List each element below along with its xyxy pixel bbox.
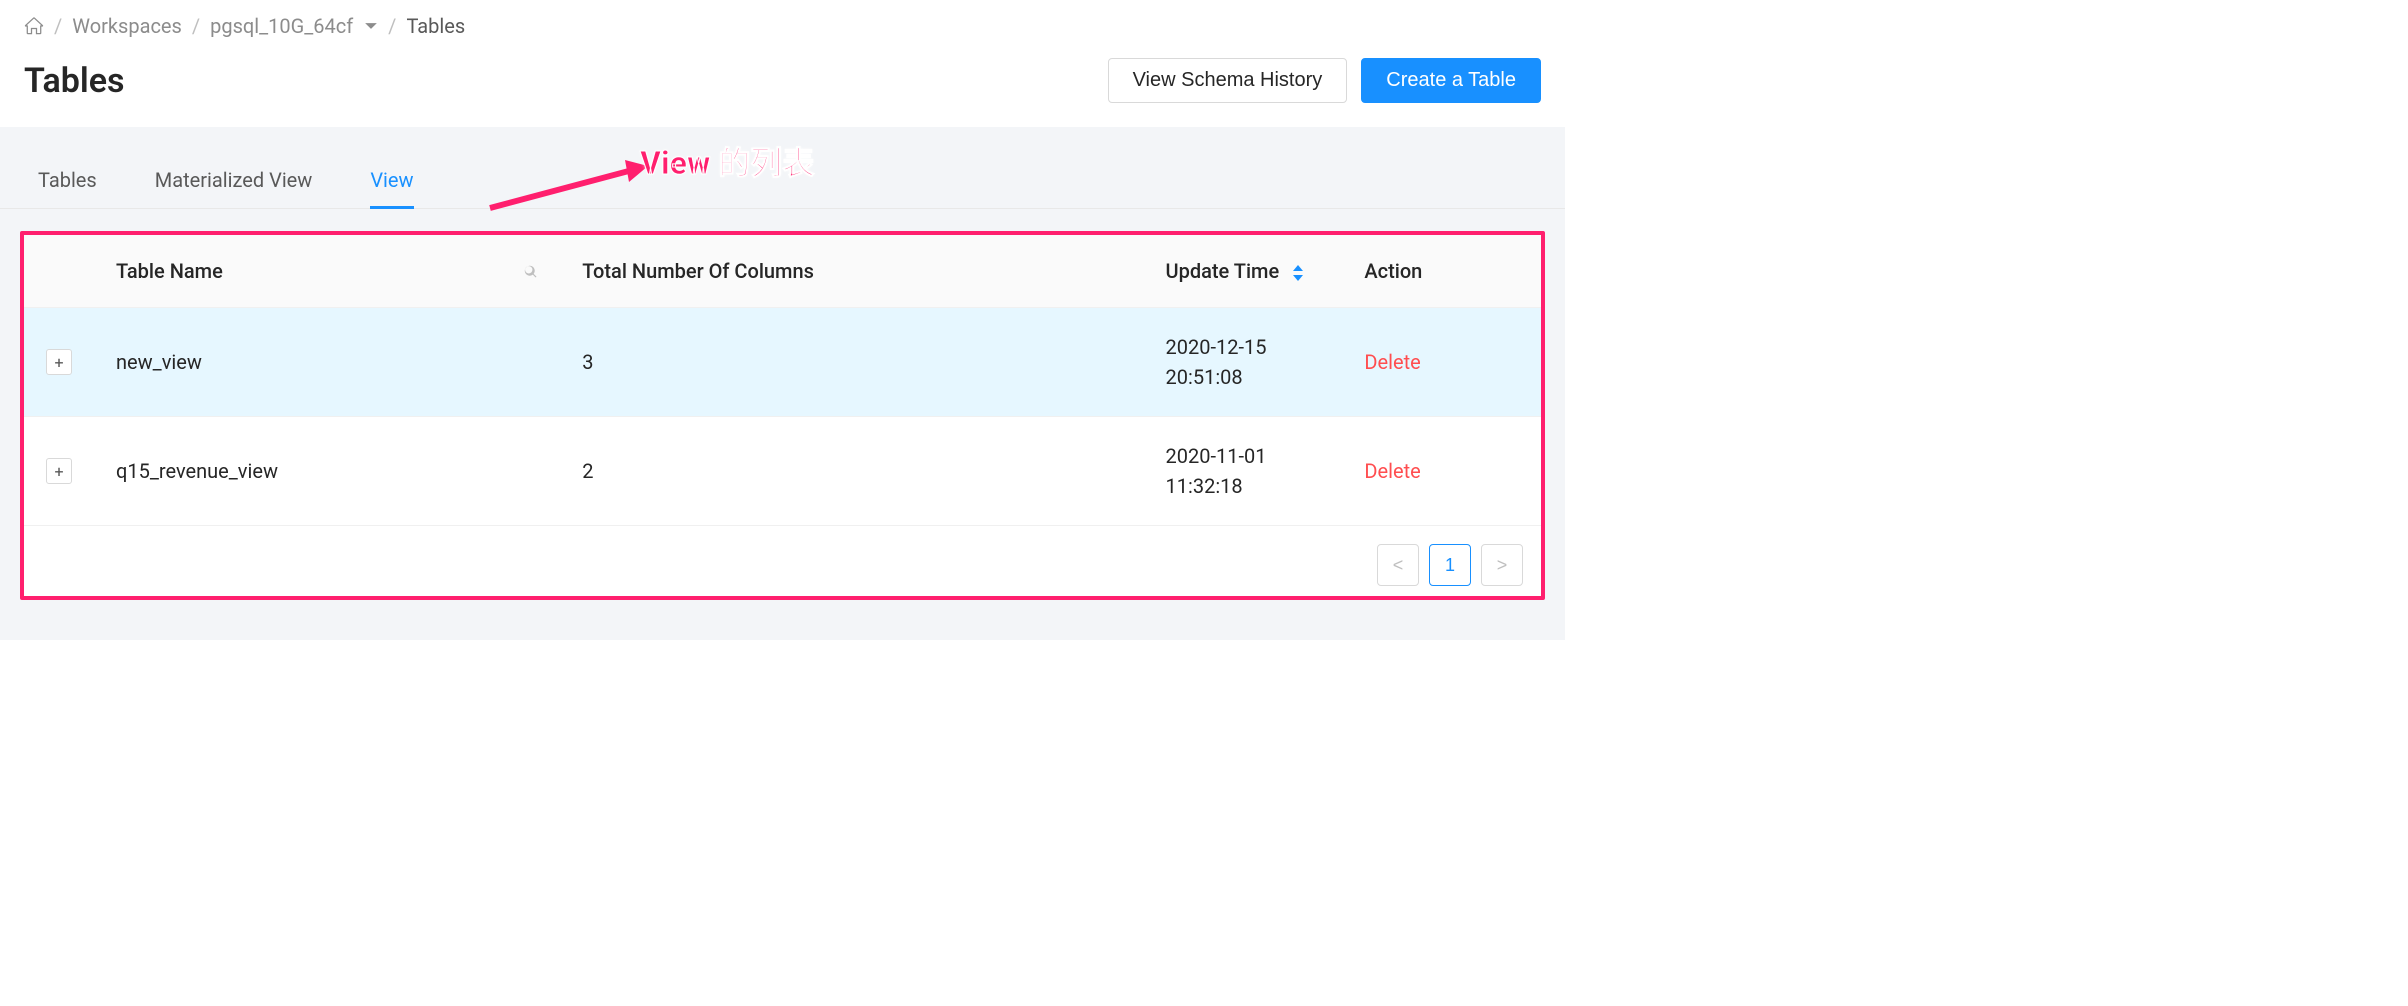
tab-tables[interactable]: Tables bbox=[38, 168, 97, 209]
cell-total-columns: 2 bbox=[560, 417, 1143, 526]
expand-row-button[interactable]: + bbox=[46, 349, 72, 375]
expand-row-button[interactable]: + bbox=[46, 458, 72, 484]
page-title: Tables bbox=[24, 61, 125, 101]
column-header-total-columns: Total Number Of Columns bbox=[560, 235, 1143, 308]
breadcrumb: / Workspaces / pgsql_10G_64cf / Tables bbox=[24, 14, 1541, 38]
column-header-table-name-label: Table Name bbox=[116, 259, 223, 283]
annotation-arrow-icon bbox=[485, 160, 650, 212]
delete-button[interactable]: Delete bbox=[1364, 350, 1420, 374]
breadcrumb-workspaces[interactable]: Workspaces bbox=[72, 14, 182, 38]
pagination: < 1 > bbox=[24, 526, 1541, 596]
cell-table-name: new_view bbox=[94, 308, 560, 417]
column-header-expand bbox=[24, 235, 94, 308]
breadcrumb-workspace-dropdown[interactable]: pgsql_10G_64cf bbox=[210, 14, 378, 38]
annotation-label: View 的列表 bbox=[640, 138, 814, 184]
create-table-button[interactable]: Create a Table bbox=[1361, 58, 1541, 103]
column-header-action: Action bbox=[1342, 235, 1541, 308]
data-table: Table Name Total Number Of Columns Updat… bbox=[24, 235, 1541, 526]
breadcrumb-current: Tables bbox=[406, 14, 465, 38]
pagination-page-1[interactable]: 1 bbox=[1429, 544, 1471, 586]
breadcrumb-separator: / bbox=[54, 14, 62, 38]
breadcrumb-separator: / bbox=[192, 14, 200, 38]
pagination-prev-button[interactable]: < bbox=[1377, 544, 1419, 586]
tab-view[interactable]: View bbox=[370, 168, 413, 209]
cell-total-columns: 3 bbox=[560, 308, 1143, 417]
breadcrumb-separator: / bbox=[388, 14, 396, 38]
table-row: + q15_revenue_view 2 2020-11-01 11:32:18… bbox=[24, 417, 1541, 526]
delete-button[interactable]: Delete bbox=[1364, 459, 1420, 483]
cell-update-time: 2020-11-01 11:32:18 bbox=[1144, 417, 1343, 526]
column-header-table-name[interactable]: Table Name bbox=[94, 235, 560, 308]
home-icon[interactable] bbox=[24, 16, 44, 36]
pagination-next-button[interactable]: > bbox=[1481, 544, 1523, 586]
sort-icon bbox=[1292, 265, 1304, 281]
column-header-update-time-label: Update Time bbox=[1166, 259, 1280, 283]
column-header-update-time[interactable]: Update Time bbox=[1144, 235, 1343, 308]
table-card: Table Name Total Number Of Columns Updat… bbox=[20, 231, 1545, 600]
cell-update-time: 2020-12-15 20:51:08 bbox=[1144, 308, 1343, 417]
breadcrumb-workspace-name: pgsql_10G_64cf bbox=[210, 14, 353, 38]
view-schema-history-button[interactable]: View Schema History bbox=[1108, 58, 1348, 103]
tab-materialized-view[interactable]: Materialized View bbox=[155, 168, 313, 209]
cell-table-name: q15_revenue_view bbox=[94, 417, 560, 526]
chevron-down-icon bbox=[364, 19, 378, 33]
search-icon[interactable] bbox=[522, 263, 538, 279]
table-row: + new_view 3 2020-12-15 20:51:08 Delete bbox=[24, 308, 1541, 417]
